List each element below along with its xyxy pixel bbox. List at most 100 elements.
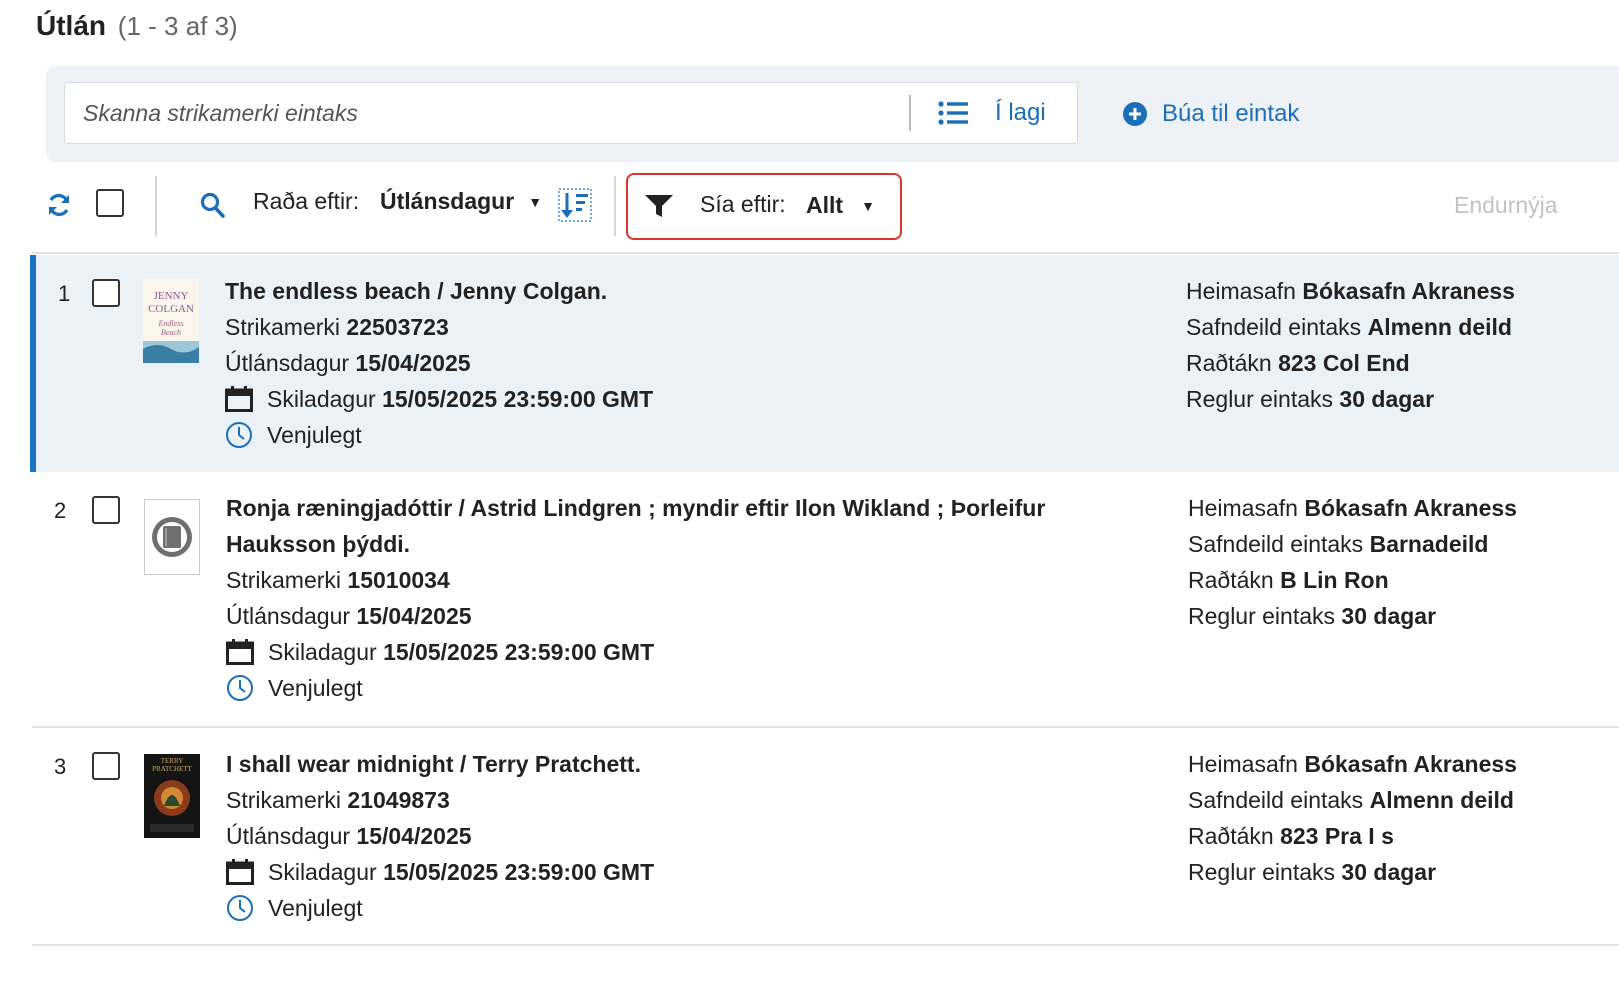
calendar-icon	[226, 859, 268, 885]
toolbar-divider	[155, 176, 157, 236]
filter-value: Allt	[806, 192, 844, 218]
due-date-value: 15/05/2025 23:59:00 GMT	[383, 639, 655, 665]
filter-control[interactable]: Sía eftir: Allt ▼	[626, 173, 902, 240]
loan-meta: Heimasafn Bókasafn Akraness Safndeild ei…	[1188, 746, 1517, 890]
placeholder-book-icon[interactable]	[144, 499, 200, 575]
loan-details: The endless beach / Jenny Colgan. Strika…	[225, 273, 1155, 453]
call-number-value: B Lin Ron	[1280, 567, 1389, 593]
book-cover-image[interactable]: TERRY PRATCHETT	[144, 754, 200, 838]
row-checkbox[interactable]	[92, 279, 120, 307]
loan-row[interactable]: 3 TERRY PRATCHETT I shall wear midnight …	[32, 728, 1619, 944]
loan-date-value: 15/04/2025	[356, 603, 472, 629]
barcode-value: 21049873	[347, 787, 450, 813]
scan-field: Í lagi	[64, 82, 1078, 144]
item-list-button[interactable]	[933, 95, 973, 131]
plus-circle-icon	[1122, 101, 1148, 127]
select-all-checkbox[interactable]	[96, 189, 124, 217]
home-library-label: Heimasafn	[1186, 278, 1296, 304]
barcode-label: Strikamerki	[226, 567, 342, 593]
row-number: 2	[54, 498, 67, 523]
call-number-label: Raðtákn	[1188, 567, 1274, 593]
renew-button[interactable]: Endurnýja	[1454, 192, 1558, 219]
policy-value: 30 dagar	[1339, 386, 1435, 412]
caret-down-icon: ▼	[861, 198, 875, 214]
due-date-value: 15/05/2025 23:59:00 GMT	[382, 386, 654, 412]
filter-funnel-icon	[645, 195, 673, 217]
policy-value: 30 dagar	[1341, 859, 1437, 885]
cover-author-last: PRATCHETT	[152, 765, 192, 773]
row-separator	[32, 944, 1619, 946]
cover-title-word2: Beach	[161, 328, 181, 337]
call-number-value: 823 Pra I s	[1280, 823, 1394, 849]
barcode-line: Strikamerki 15010034	[226, 562, 1156, 598]
clock-icon	[225, 421, 267, 449]
due-date-value: 15/05/2025 23:59:00 GMT	[383, 859, 655, 885]
status-line: Venjulegt	[226, 890, 1156, 926]
page-title: Útlán	[36, 10, 106, 41]
loan-row[interactable]: 1 JENNY COLGAN Endless Beach The endless…	[30, 255, 1619, 472]
status-line: Venjulegt	[225, 417, 1155, 453]
due-date-label: Skiladagur	[268, 639, 377, 665]
home-library-value: Bókasafn Akraness	[1304, 751, 1517, 777]
due-date-line: Skiladagur 15/05/2025 23:59:00 GMT	[226, 854, 1156, 890]
loan-details: I shall wear midnight / Terry Pratchett.…	[226, 746, 1156, 926]
due-date-line: Skiladagur 15/05/2025 23:59:00 GMT	[226, 634, 1156, 670]
cover-author-first: TERRY	[161, 757, 184, 765]
barcode-label: Strikamerki	[226, 787, 342, 813]
barcode-value: 15010034	[347, 567, 450, 593]
row-checkbox[interactable]	[92, 752, 120, 780]
home-library-value: Bókasafn Akraness	[1304, 495, 1517, 521]
toolbar-separator	[32, 252, 1619, 254]
search-icon[interactable]	[200, 192, 226, 220]
policy-label: Reglur eintaks	[1188, 603, 1336, 629]
cover-author-last: COLGAN	[148, 303, 194, 315]
loan-title[interactable]: The endless beach / Jenny Colgan.	[225, 273, 1155, 309]
due-date-label: Skiladagur	[267, 386, 376, 412]
filter-label: Sía eftir:	[700, 191, 786, 217]
location-value: Almenn deild	[1367, 314, 1512, 340]
barcode-label: Strikamerki	[225, 314, 341, 340]
filter-dropdown[interactable]: Allt ▼	[806, 192, 875, 219]
calendar-icon	[226, 639, 268, 665]
refresh-icon[interactable]	[46, 192, 72, 218]
sort-dropdown[interactable]: Útlánsdagur ▼	[380, 188, 542, 215]
ok-button[interactable]: Í lagi	[995, 95, 1046, 131]
location-value: Barnadeild	[1369, 531, 1489, 557]
create-item-button[interactable]: Búa til eintak	[1122, 96, 1299, 132]
home-library-label: Heimasafn	[1188, 495, 1298, 521]
scan-divider	[909, 95, 911, 131]
loan-date-label: Útlánsdagur	[226, 823, 351, 849]
create-item-label: Búa til eintak	[1162, 100, 1300, 127]
sort-value: Útlánsdagur	[380, 188, 515, 214]
location-label: Safndeild eintaks	[1188, 531, 1364, 557]
policy-value: 30 dagar	[1341, 603, 1437, 629]
barcode-line: Strikamerki 22503723	[225, 309, 1155, 345]
location-label: Safndeild eintaks	[1186, 314, 1362, 340]
loan-date-value: 15/04/2025	[356, 823, 472, 849]
policy-label: Reglur eintaks	[1188, 859, 1336, 885]
list-icon	[938, 101, 968, 125]
row-checkbox[interactable]	[92, 496, 120, 524]
book-cover-image[interactable]: JENNY COLGAN Endless Beach	[143, 279, 199, 363]
loan-row[interactable]: 2 Ronja ræningjadóttir / Astrid Lindgren…	[32, 472, 1619, 726]
result-count: (1 - 3 af 3)	[117, 11, 238, 41]
loan-date-line: Útlánsdagur 15/04/2025	[225, 345, 1155, 381]
loan-meta: Heimasafn Bókasafn Akraness Safndeild ei…	[1186, 273, 1515, 417]
barcode-scan-input[interactable]	[65, 83, 909, 143]
call-number-label: Raðtákn	[1186, 350, 1272, 376]
clock-icon	[226, 894, 268, 922]
loan-date-label: Útlánsdagur	[226, 603, 351, 629]
loan-title[interactable]: I shall wear midnight / Terry Pratchett.	[226, 746, 1156, 782]
toolbar-divider	[614, 176, 616, 236]
loan-details: Ronja ræningjadóttir / Astrid Lindgren ;…	[226, 490, 1156, 706]
home-library-label: Heimasafn	[1188, 751, 1298, 777]
status-line: Venjulegt	[226, 670, 1156, 706]
location-value: Almenn deild	[1369, 787, 1514, 813]
caret-down-icon: ▼	[528, 194, 543, 210]
sort-direction-icon[interactable]	[558, 188, 592, 222]
loan-title[interactable]: Ronja ræningjadóttir / Astrid Lindgren ;…	[226, 490, 1156, 562]
loan-date-line: Útlánsdagur 15/04/2025	[226, 818, 1156, 854]
call-number-value: 823 Col End	[1278, 350, 1410, 376]
barcode-value: 22503723	[346, 314, 449, 340]
loan-date-line: Útlánsdagur 15/04/2025	[226, 598, 1156, 634]
